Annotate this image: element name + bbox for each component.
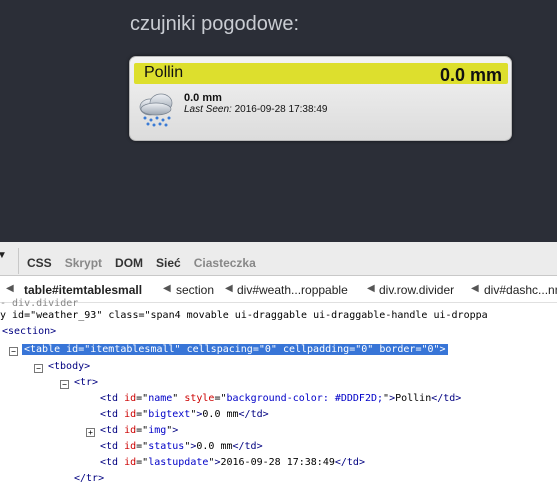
sensor-status: 0.0 mm [184,92,222,104]
breadcrumb: ◀ table#itemtablesmall ◀ section ◀ div#w… [0,277,557,303]
td-bigtext-text: 0.0 mm [202,409,239,420]
dom-tree: - div.divider y id="weather_93" class="s… [0,298,557,486]
td-status-text: 0.0 mm [196,441,233,452]
last-seen-value: 2016-09-28 17:38:49 [234,104,328,115]
dom-selected-node: <table id="itemtablesmall" cellspacing="… [22,344,448,355]
collapse-toggle-icon[interactable]: − [34,364,43,373]
breadcrumb-item-dashc[interactable]: div#dashc...nn [484,283,557,297]
breadcrumb-arrow-icon: ◀ [6,283,14,294]
table-tag-open: <table [24,344,67,355]
breadcrumb-arrow-icon: ◀ [225,283,233,294]
attr-border-name: border [379,344,416,355]
breadcrumb-item-section[interactable]: section [176,283,214,297]
dom-line-weather-div[interactable]: y id="weather_93" class="span4 movable u… [0,308,488,324]
attr-border-value: 0 [427,344,434,355]
attr-id-name: id [66,344,79,355]
tab-dom[interactable]: DOM [115,256,143,270]
devtools-tabbar: ▼ CSS Skrypt DOM Sieć Ciasteczka [0,242,557,276]
dom-line-section[interactable]: <section> [2,324,56,340]
dom-line-td-status[interactable]: <td id="status">0.0 mm</td> [100,439,263,455]
dashboard-area: czujniki pogodowe: Pollin 0.0 mm 0.0 mm [0,0,557,242]
dom-line-td-name[interactable]: <td id="name" style="background-color: #… [100,391,461,407]
sensor-bigtext: 0.0 mm [439,65,502,85]
card-header: Pollin 0.0 mm [134,63,508,85]
td-name-style: background-color: #DDDF2D; [226,393,384,404]
dom-line-weather-div-text: y id="weather_93" class="span4 movable u… [0,310,488,321]
dom-line-tr-close[interactable]: </tr> [74,471,104,486]
dom-line-table-selected[interactable]: <table id="itemtablesmall" cellspacing="… [22,342,448,358]
attr-cellpadding-name: cellpadding [282,344,350,355]
td-lastupdate-text: 2016-09-28 17:38:49 [220,457,335,468]
dom-line-td-lastupdate[interactable]: <td id="lastupdate">2016-09-28 17:38:49<… [100,455,365,471]
panel-dropdown-icon[interactable]: ▼ [0,250,17,272]
sensor-name: Pollin [144,64,184,81]
attr-cellspacing-name: cellspacing [186,344,253,355]
breadcrumb-arrow-icon: ◀ [163,283,171,294]
attr-cellpadding-value: 0 [361,344,368,355]
weather-sensor-card[interactable]: Pollin 0.0 mm 0.0 mm Last Seen: 2016-09-… [129,56,512,141]
sensor-last-seen: Last Seen: 2016-09-28 17:38:49 [184,104,327,115]
breadcrumb-item-divider[interactable]: div.row.divider [379,283,454,297]
breadcrumb-item-table[interactable]: table#itemtablesmall [24,283,142,297]
tab-siec[interactable]: Sieć [156,256,181,270]
last-seen-label: Last Seen: [184,104,232,115]
attr-cellspacing-value: 0 [264,344,271,355]
collapse-toggle-icon[interactable]: − [9,347,18,356]
breadcrumb-arrow-icon: ◀ [471,283,479,294]
collapse-toggle-icon[interactable]: − [60,380,69,389]
dom-line-td-bigtext[interactable]: <td id="bigtext">0.0 mm</td> [100,407,269,423]
breadcrumb-item-table-label: table#itemtablesmall [24,283,143,297]
dom-line-tr[interactable]: <tr> [74,375,98,391]
devtools-panel: ▼ CSS Skrypt DOM Sieć Ciasteczka ◀ table… [0,242,557,486]
expand-toggle-icon[interactable]: + [86,428,95,437]
td-name-text: Pollin [395,393,432,404]
breadcrumb-item-weather[interactable]: div#weath...roppable [237,283,348,297]
rain-cloud-icon [139,93,173,127]
tab-ciasteczka[interactable]: Ciasteczka [194,256,256,270]
section-title: czujniki pogodowe: [130,13,299,35]
breadcrumb-arrow-icon: ◀ [367,283,375,294]
dom-line-tbody[interactable]: <tbody> [48,359,90,375]
devtools-tabs: CSS Skrypt DOM Sieć Ciasteczka [27,256,269,270]
attr-id-value: itemtablesmall [90,344,175,355]
tab-separator [18,248,19,274]
tab-skrypt[interactable]: Skrypt [65,256,102,270]
dom-line-td-img[interactable]: <td id="img"> [100,423,178,439]
tab-css[interactable]: CSS [27,256,52,270]
